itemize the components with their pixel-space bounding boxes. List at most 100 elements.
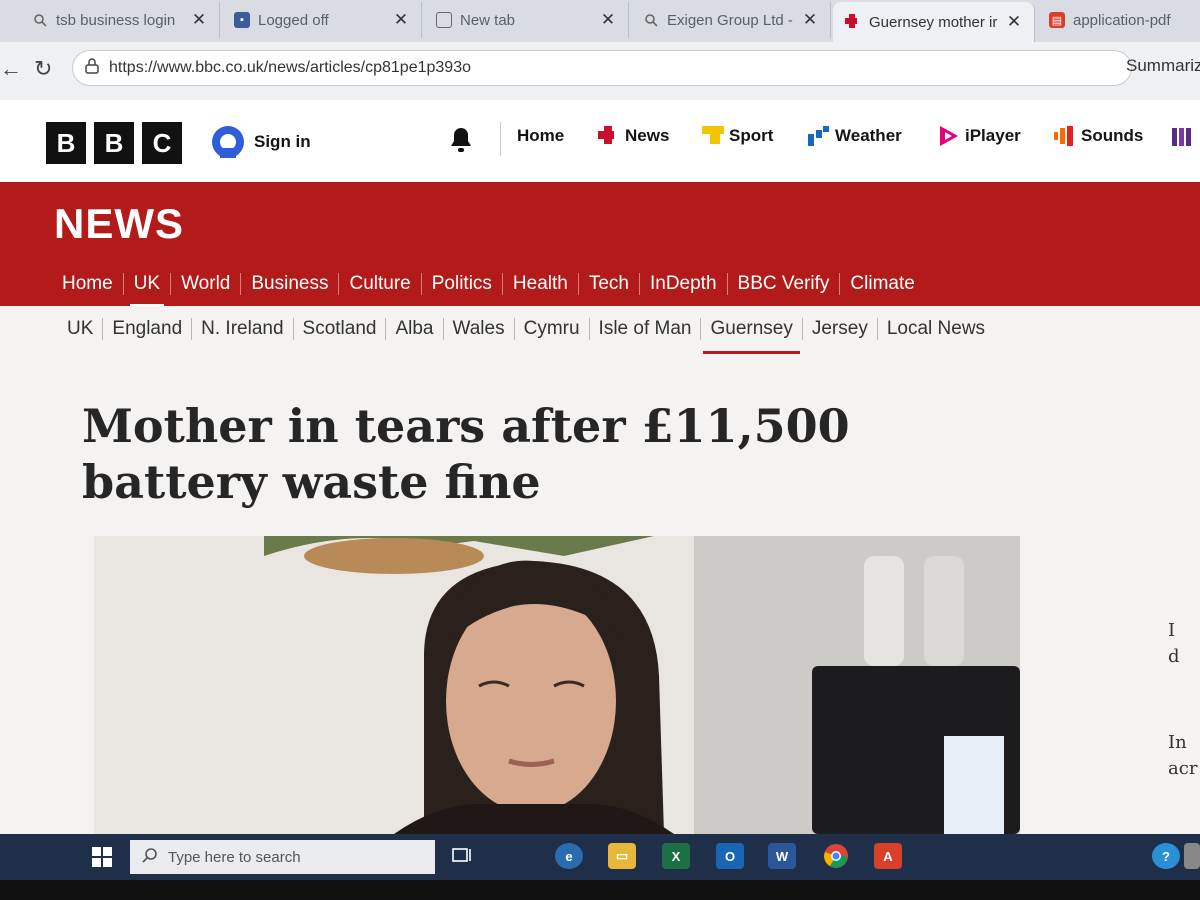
subnav-isle-of-man[interactable]: Isle of Man: [590, 318, 702, 340]
help-icon[interactable]: ?: [1152, 843, 1180, 869]
subnav-jersey[interactable]: Jersey: [803, 318, 878, 340]
nav-iplayer-label: iPlayer: [965, 126, 1021, 145]
nav-iplayer[interactable]: iPlayer: [938, 126, 1021, 146]
address-bar[interactable]: https://www.bbc.co.uk/news/articles/cp81…: [72, 50, 1132, 86]
subnav-wales[interactable]: Wales: [444, 318, 515, 340]
tab-new-tab[interactable]: New tab ✕: [424, 2, 629, 38]
nav-divider: [500, 122, 501, 156]
section-climate[interactable]: Climate: [840, 273, 924, 295]
sounds-icon: [1054, 126, 1076, 146]
iplayer-icon: [938, 126, 960, 146]
browser-toolbar: ← ↻ https://www.bbc.co.uk/news/articles/…: [0, 42, 1200, 100]
nav-news[interactable]: News: [598, 126, 669, 146]
bbc-news-favicon-icon: [845, 14, 861, 30]
news-icon: [598, 126, 620, 146]
bbc-logo[interactable]: B B C: [46, 100, 191, 182]
file-explorer-icon[interactable]: ▭: [608, 843, 636, 869]
tray-overflow-icon[interactable]: [1184, 843, 1200, 869]
word-icon[interactable]: W: [768, 843, 796, 869]
subnav-cymru[interactable]: Cymru: [515, 318, 590, 340]
close-tab-icon[interactable]: ✕: [598, 10, 618, 30]
tab-label: application-pdf: [1073, 11, 1171, 29]
tab-logged-off[interactable]: ▪ Logged off ✕: [222, 2, 422, 38]
tab-label: Guernsey mother ir: [869, 13, 998, 31]
tab-exigen-group[interactable]: Exigen Group Ltd - ✕: [631, 2, 831, 38]
bbc-logo-block: B: [46, 122, 86, 164]
bbc-favicon-icon: ▪: [234, 12, 250, 28]
nav-news-label: News: [625, 126, 670, 145]
sport-icon: [702, 126, 724, 146]
sidebar-teaser-text[interactable]: I d In acr: [1168, 618, 1200, 782]
section-bbc-verify[interactable]: BBC Verify: [728, 273, 841, 295]
reload-icon[interactable]: ↻: [34, 56, 52, 82]
section-business[interactable]: Business: [241, 273, 340, 295]
nav-home[interactable]: Home: [517, 126, 564, 146]
windows-start-icon[interactable]: [92, 847, 112, 872]
monitor-bezel: [0, 880, 1200, 900]
nav-home-label: Home: [517, 126, 565, 145]
sign-in-label: Sign in: [254, 132, 311, 151]
section-nav: Home UK World Business Culture Politics …: [0, 262, 1200, 307]
taskbar-search-box[interactable]: Type here to search: [130, 840, 435, 874]
subnav-uk[interactable]: UK: [58, 318, 104, 340]
section-indepth[interactable]: InDepth: [640, 273, 728, 295]
section-tech[interactable]: Tech: [579, 273, 640, 295]
taskbar-search-placeholder: Type here to search: [168, 848, 301, 866]
task-view-icon[interactable]: [452, 846, 474, 871]
subnav-guernsey[interactable]: Guernsey: [701, 318, 803, 354]
close-tab-icon[interactable]: ✕: [189, 10, 209, 30]
site-info-lock-icon[interactable]: [85, 57, 99, 79]
tab-application-pdf[interactable]: ▤ application-pdf: [1037, 2, 1200, 38]
close-tab-icon[interactable]: ✕: [1004, 12, 1024, 32]
chrome-icon[interactable]: [822, 843, 850, 869]
nav-weather[interactable]: Weather: [808, 126, 902, 146]
nav-sport-label: Sport: [729, 126, 774, 145]
news-banner: NEWS Home UK World Business Culture Poli…: [0, 182, 1200, 307]
article: Mother in tears after £11,500 battery wa…: [0, 358, 1200, 834]
back-arrow-icon[interactable]: ←: [0, 56, 22, 82]
section-uk[interactable]: UK: [124, 273, 172, 307]
summarize-button[interactable]: Summariz: [1126, 56, 1200, 76]
weather-icon: [808, 126, 830, 146]
new-tab-icon: [436, 12, 452, 28]
subnav-england[interactable]: England: [103, 318, 193, 340]
section-home[interactable]: Home: [52, 273, 124, 295]
nav-sport[interactable]: Sport: [702, 126, 773, 146]
section-health[interactable]: Health: [503, 273, 579, 295]
browser-tab-strip: tsb business login ✕ ▪ Logged off ✕ New …: [0, 0, 1200, 42]
subnav-n-ireland[interactable]: N. Ireland: [192, 318, 294, 340]
acrobat-pdf-icon[interactable]: A: [874, 843, 902, 869]
nav-weather-label: Weather: [835, 126, 902, 145]
tab-label: tsb business login: [56, 11, 176, 29]
pdf-icon: ▤: [1049, 12, 1065, 28]
tab-tsb-business-login[interactable]: tsb business login ✕: [20, 2, 220, 38]
subnav-scotland[interactable]: Scotland: [294, 318, 387, 340]
sub-nav: UK England N. Ireland Scotland Alba Wale…: [58, 318, 994, 354]
tab-guernsey-mother[interactable]: Guernsey mother ir ✕: [833, 2, 1035, 42]
outlook-icon[interactable]: O: [716, 843, 744, 869]
section-politics[interactable]: Politics: [422, 273, 503, 295]
teaser-line: acr: [1168, 758, 1198, 779]
subnav-local-news[interactable]: Local News: [878, 318, 994, 340]
bbc-global-header: B B C Sign in Home News Sport Weather iP…: [0, 100, 1200, 182]
nav-more-icon[interactable]: [1172, 126, 1194, 153]
search-icon: [643, 12, 659, 28]
close-tab-icon[interactable]: ✕: [800, 10, 820, 30]
tab-label: New tab: [460, 11, 516, 29]
section-world[interactable]: World: [171, 273, 242, 295]
sign-in-link[interactable]: Sign in: [212, 126, 311, 158]
nav-sounds[interactable]: Sounds: [1054, 126, 1143, 146]
excel-icon[interactable]: X: [662, 843, 690, 869]
edge-browser-icon[interactable]: e: [555, 843, 583, 869]
search-icon: [142, 847, 158, 867]
section-culture[interactable]: Culture: [339, 273, 422, 295]
tab-label: Logged off: [258, 11, 329, 29]
subnav-alba[interactable]: Alba: [386, 318, 444, 340]
close-tab-icon[interactable]: ✕: [391, 10, 411, 30]
bbc-logo-block: C: [142, 122, 182, 164]
account-icon: [212, 126, 244, 158]
notifications-bell-icon[interactable]: [448, 126, 474, 159]
teaser-line: In: [1168, 732, 1187, 753]
search-icon: [32, 12, 48, 28]
news-title[interactable]: NEWS: [54, 200, 184, 248]
